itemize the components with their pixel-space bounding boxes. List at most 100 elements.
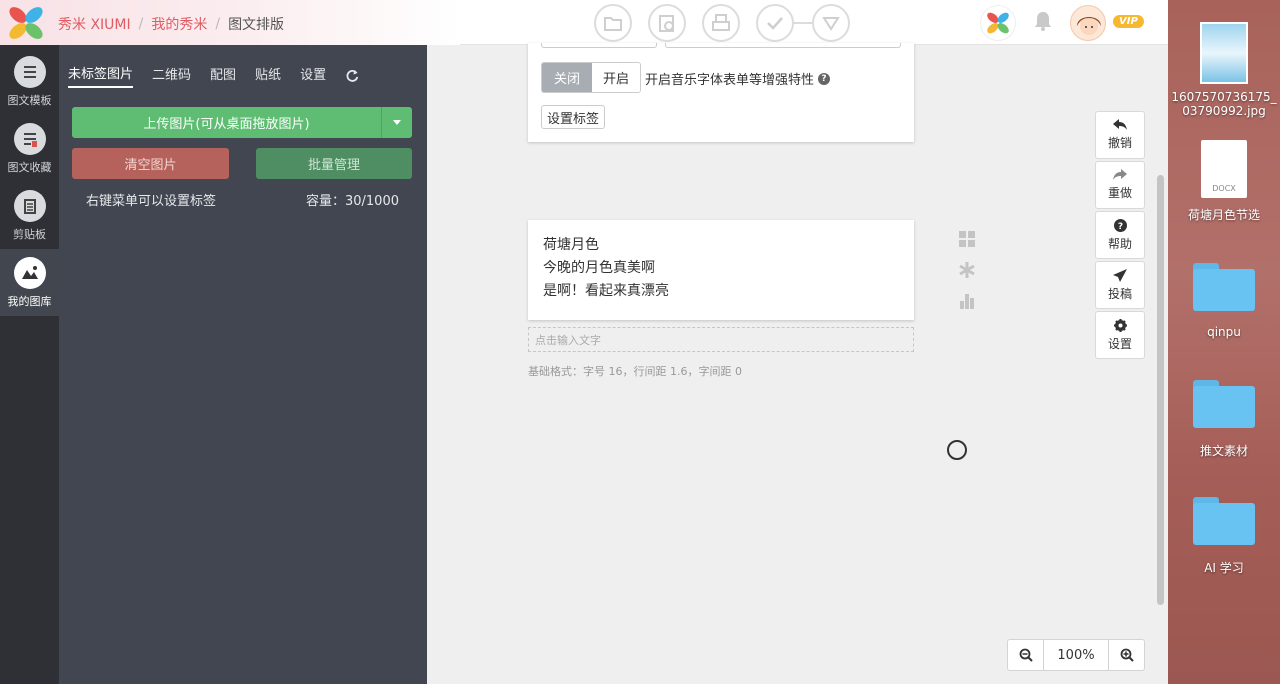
user-avatar[interactable]: [1070, 5, 1106, 41]
triangle-down-icon[interactable]: [812, 4, 850, 42]
enhance-toggle: 关闭 开启: [541, 62, 641, 93]
text-line: 荷塘月色: [543, 237, 599, 253]
tag-hint: 右键菜单可以设置标签: [86, 194, 217, 209]
tab-settings[interactable]: 设置: [300, 64, 326, 87]
desktop-file-docx[interactable]: DOCX 荷塘月色节选: [1168, 140, 1280, 223]
camera-icon[interactable]: [648, 4, 686, 42]
xiumi-mini-logo-icon[interactable]: [980, 5, 1016, 41]
svg-text:?: ?: [1117, 222, 1122, 232]
canvas-scrollbar[interactable]: [1157, 175, 1164, 605]
grid-icon[interactable]: [957, 230, 977, 248]
desktop-folder-materials[interactable]: 推文素材: [1168, 380, 1280, 459]
gear-icon: [1113, 318, 1127, 332]
set-tag-button[interactable]: 设置标签: [541, 105, 606, 129]
docx-file-icon: DOCX: [1201, 140, 1247, 198]
action-label: 重做: [1107, 186, 1132, 200]
toolbar-connector: [794, 22, 812, 24]
toggle-off-button[interactable]: 关闭: [542, 63, 592, 92]
rail-label: 图文收藏: [7, 160, 52, 174]
bell-icon[interactable]: [1032, 10, 1054, 36]
text-line: 今晚的月色真美啊: [543, 260, 655, 276]
desktop-folder-qinpu[interactable]: qinpu: [1168, 263, 1280, 339]
list-icon: [13, 55, 46, 88]
feature-text: 开启音乐字体表单等增强特性: [645, 73, 815, 88]
clipboard-icon: [13, 189, 46, 222]
question-icon[interactable]: ?: [818, 72, 831, 85]
desktop-file-label: 03790992.jpg: [1182, 104, 1266, 118]
block-side-tools: [957, 230, 977, 310]
rail-item-clipboard[interactable]: 剪贴板: [0, 182, 59, 249]
folder-icon: [1193, 380, 1255, 428]
action-label: 帮助: [1107, 236, 1132, 251]
action-label: 撤销: [1107, 136, 1132, 150]
breadcrumb: 秀米 XIUMI / 我的秀米 / 图文排版: [58, 14, 284, 34]
desktop-folder-label: AI 学习: [1204, 561, 1244, 575]
desktop-folder-label: 推文素材: [1199, 444, 1248, 458]
top-bar: 秀米 XIUMI / 我的秀米 / 图文排版 VIP: [0, 0, 1168, 45]
folder-icon[interactable]: [594, 4, 632, 42]
field-stub: [541, 43, 657, 48]
desktop-file-jpg[interactable]: 1607570736175_ 03790992.jpg: [1168, 22, 1280, 118]
tab-untagged[interactable]: 未标签图片: [68, 63, 134, 88]
field-stub: [665, 43, 901, 48]
breadcrumb-separator: /: [215, 16, 221, 32]
tab-illustrations[interactable]: 配图: [210, 64, 236, 87]
redo-button[interactable]: 重做: [1095, 161, 1145, 209]
tab-stickers[interactable]: 贴纸: [255, 64, 281, 87]
editor-canvas: 关闭 开启 开启音乐字体表单等增强特性 ? 设置标签 荷塘月色 今晚的月色真美啊…: [427, 43, 1168, 684]
zoom-in-icon: [1120, 648, 1134, 662]
desktop-folder-ai[interactable]: AI 学习: [1168, 497, 1280, 576]
rail-item-gallery[interactable]: 我的图库: [0, 249, 59, 316]
help-button[interactable]: ? 帮助: [1095, 211, 1145, 259]
breadcrumb-separator: /: [138, 16, 144, 32]
bar-chart-icon[interactable]: [957, 292, 977, 310]
breadcrumb-my-xiumi[interactable]: 我的秀米: [151, 14, 207, 34]
enhance-feature-label: 开启音乐字体表单等增强特性 ?: [645, 69, 831, 88]
desktop-area: 1607570736175_ 03790992.jpg DOCX 荷塘月色节选 …: [1168, 0, 1280, 684]
rail-item-favorites[interactable]: 图文收藏: [0, 115, 59, 182]
batch-manage-button[interactable]: 批量管理: [256, 148, 412, 179]
tab-qrcode[interactable]: 二维码: [152, 64, 191, 87]
bookmark-list-icon: [13, 122, 46, 155]
clear-images-button[interactable]: 清空图片: [72, 148, 229, 179]
zoom-out-button[interactable]: [1008, 640, 1044, 670]
refresh-icon[interactable]: [345, 69, 359, 83]
upload-dropdown-toggle[interactable]: [382, 107, 412, 138]
desktop-file-label: 荷塘月色节选: [1187, 208, 1260, 222]
image-thumbnail-icon: [1200, 22, 1248, 84]
gallery-icon: [13, 256, 46, 289]
action-label: 投稿: [1107, 286, 1132, 301]
rail-item-templates[interactable]: 图文模板: [0, 48, 59, 115]
submit-button[interactable]: 投稿: [1095, 261, 1145, 309]
check-icon[interactable]: [756, 4, 794, 42]
docx-badge: DOCX: [1212, 184, 1236, 193]
caret-down-icon: [393, 120, 401, 125]
rail-label: 我的图库: [7, 294, 52, 308]
settings-button[interactable]: 设置: [1095, 311, 1145, 359]
text-input-placeholder[interactable]: 点击输入文字: [528, 327, 914, 352]
redo-icon: [1113, 169, 1127, 180]
print-icon[interactable]: [702, 4, 740, 42]
text-block[interactable]: 荷塘月色 今晚的月色真美啊 是啊！看起来真漂亮: [528, 220, 914, 320]
help-icon: ?: [1113, 218, 1127, 232]
toggle-on-button[interactable]: 开启: [592, 63, 640, 92]
upload-image-button[interactable]: 上传图片(可从桌面拖放图片): [72, 107, 412, 138]
zoom-control: 100%: [1007, 639, 1145, 671]
breadcrumb-current: 图文排版: [228, 17, 285, 33]
toolbar-icons: [594, 4, 850, 42]
breadcrumb-brand[interactable]: 秀米 XIUMI: [58, 14, 131, 34]
asterisk-icon[interactable]: [957, 261, 977, 279]
gallery-panel: 未标签图片 二维码 配图 贴纸 设置 上传图片(可从桌面拖放图片) 清空图片 批…: [59, 45, 427, 684]
desktop-file-label: 1607570736175_: [1171, 90, 1277, 104]
mouse-cursor-indicator: [947, 440, 967, 460]
send-icon: [1113, 268, 1127, 282]
text-line: 是啊！看起来真漂亮: [543, 283, 669, 299]
zoom-out-icon: [1019, 648, 1033, 662]
zoom-in-button[interactable]: [1108, 640, 1144, 670]
left-rail: 图文模板 图文收藏 剪贴板 我的图库: [0, 45, 59, 684]
rail-label: 图文模板: [7, 93, 52, 107]
action-label: 设置: [1107, 336, 1132, 351]
undo-button[interactable]: 撤销: [1095, 111, 1145, 159]
desktop-folder-label: qinpu: [1207, 325, 1241, 339]
xiumi-logo-icon[interactable]: [6, 4, 46, 42]
